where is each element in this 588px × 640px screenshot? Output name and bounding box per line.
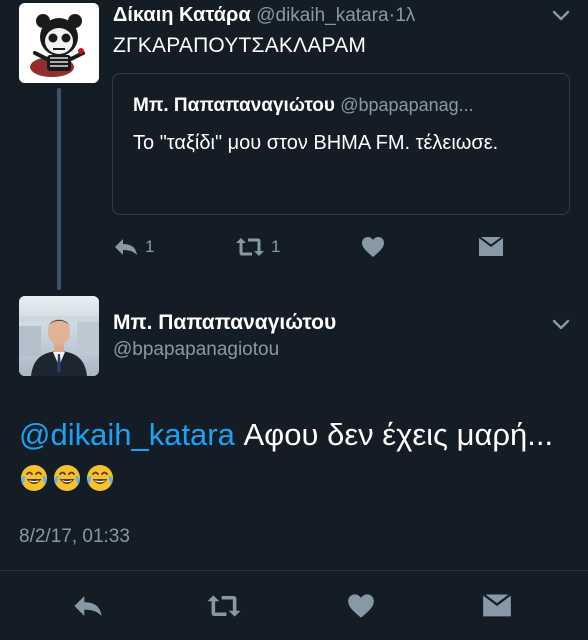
handle[interactable]: @bpapapanagiotou	[113, 338, 279, 362]
quoted-handle: @bpapapanag...	[340, 95, 474, 115]
display-name[interactable]: Δίκαιη Κατάρα	[113, 4, 251, 26]
mention-link[interactable]: @dikaih_katara	[19, 417, 235, 452]
reply-button[interactable]: 1	[113, 232, 154, 262]
tweet-text: ΖΓΚΑΡΑΠΟΥΤΣΑΚΛΑΡΑΜ	[113, 34, 367, 57]
retweet-button[interactable]: 1	[235, 232, 280, 262]
like-button[interactable]	[343, 588, 379, 624]
envelope-icon	[479, 237, 503, 256]
quoted-tweet-text: Το "ταξίδι" μου στον ΒΗΜΑ FM. τέλειωσε.	[133, 132, 499, 154]
tweet-actions: 1 1	[113, 232, 573, 262]
retweet-count: 1	[271, 237, 281, 256]
quoted-tweet-card[interactable]: Μπ. Παπαπαναγιώτου @bpapapanag... Το "τα…	[112, 73, 570, 215]
chevron-down-icon[interactable]	[551, 9, 571, 23]
thread-connector	[57, 88, 61, 290]
heart-icon	[362, 237, 384, 257]
divider	[0, 570, 588, 571]
reply-icon	[74, 596, 102, 616]
retweet-icon	[236, 238, 264, 256]
panda-skull-avatar-icon	[19, 3, 99, 83]
avatar[interactable]	[19, 296, 99, 376]
tweet-time[interactable]: 1λ	[395, 5, 415, 26]
tweet-actions	[0, 588, 588, 624]
tweet-body: Αφου δεν έχεις μαρή...	[234, 417, 554, 452]
tweet-text: @dikaih_katara Αφου δεν έχεις μαρή...	[19, 413, 569, 501]
retweet-button[interactable]	[206, 588, 242, 624]
profile-photo-icon	[19, 296, 99, 376]
face-with-tears-of-joy-icon	[21, 465, 47, 491]
like-button[interactable]	[361, 232, 385, 262]
handle[interactable]: @dikaih_katara	[256, 5, 388, 26]
retweet-icon	[207, 595, 241, 617]
face-with-tears-of-joy-icon	[87, 465, 113, 491]
quoted-tweet-header: Μπ. Παπαπαναγιώτου @bpapapanag...	[133, 92, 474, 119]
reply-count: 1	[145, 237, 155, 256]
timestamp[interactable]: 8/2/17, 01:33	[19, 525, 130, 549]
avatar[interactable]	[19, 3, 99, 83]
display-name[interactable]: Μπ. Παπαπαναγιώτου	[113, 310, 336, 336]
chevron-down-icon[interactable]	[551, 318, 571, 332]
reply-button[interactable]	[70, 588, 106, 624]
heart-icon	[348, 594, 374, 618]
direct-message-button[interactable]	[478, 232, 504, 262]
direct-message-button[interactable]	[479, 588, 515, 624]
tweet-header: Δίκαιη Κατάρα @dikaih_katara·1λ	[113, 2, 415, 29]
emoji-row	[19, 461, 118, 496]
reply-icon	[115, 239, 137, 255]
tweet-detail-page: Δίκαιη Κατάρα @dikaih_katara·1λ ΖΓΚΑΡΑΠΟ…	[0, 0, 588, 640]
quoted-display-name: Μπ. Παπαπαναγιώτου	[133, 95, 335, 116]
face-with-tears-of-joy-icon	[54, 465, 80, 491]
envelope-icon	[483, 594, 511, 617]
